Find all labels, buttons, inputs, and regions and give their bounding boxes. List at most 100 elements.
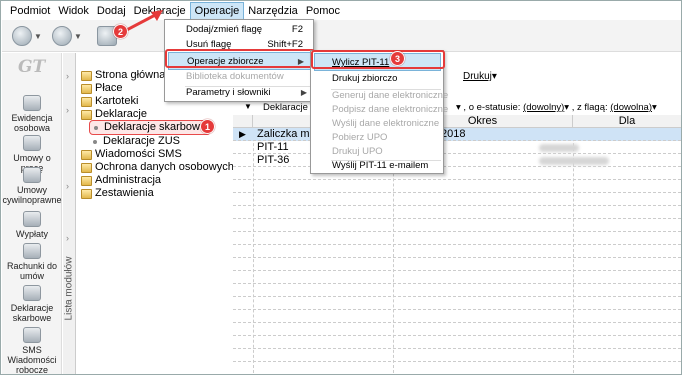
tree-item-ochrona-danych[interactable]: Ochrona danych osobowych [81, 161, 234, 174]
menu-item-label: Drukuj zbiorczo [332, 73, 398, 84]
menu-item-label: Wyślij PIT-11 e-mailem [332, 160, 429, 171]
tree-item-place[interactable]: Płace [81, 82, 123, 95]
module-sms[interactable]: SMS Wiadomości robocze [2, 327, 62, 375]
menu-item-label: Biblioteka dokumentów [186, 71, 284, 82]
forward-button[interactable]: ▼ [52, 25, 82, 47]
module-ewidencja-osobowa[interactable]: Ewidencja osobowa [2, 95, 62, 133]
folder-icon [81, 83, 92, 94]
tree-item-label: Wiadomości SMS [95, 148, 182, 160]
module-label: Ewidencja osobowa [11, 113, 53, 133]
menu-podmiot[interactable]: Podmiot [6, 2, 54, 20]
tree-item-label: Kartoteki [95, 95, 139, 107]
tree-item-deklaracje-skarbowe[interactable]: Deklaracje skarbowe [89, 120, 212, 135]
contract-icon [23, 135, 41, 151]
folder-icon [81, 175, 92, 186]
collapse-arrow-icon[interactable]: ▼ [244, 102, 252, 111]
declarations-grid: De Okres Dla ▶ Zaliczka mie 2018 PIT-11 … [233, 115, 681, 373]
flag-dropdown[interactable]: (dowolna) [610, 102, 652, 113]
back-button[interactable]: ▼ [12, 25, 42, 47]
flag-label: , z flagą: [571, 102, 608, 113]
chevron-right-icon: › [66, 181, 69, 191]
bullet-icon [94, 125, 98, 130]
folder-icon [81, 149, 92, 160]
menu-item-label: Parametry i słowniki [186, 87, 271, 98]
menu-item-label: Dodaj/zmień flagę [186, 24, 263, 35]
table-row [233, 297, 681, 310]
table-row [233, 271, 681, 284]
module-rachunki[interactable]: Rachunki do umów [2, 243, 62, 281]
row-period: 2018 [441, 128, 466, 140]
tree-item-label: Administracja [95, 174, 162, 186]
estatus-dropdown[interactable]: (dowolny) [523, 102, 564, 113]
blurred-value [539, 157, 609, 165]
folder-icon [81, 96, 92, 107]
pointer-arrow [119, 10, 163, 35]
table-row [233, 180, 681, 193]
table-row [233, 232, 681, 245]
tree-item-strona-glowna[interactable]: Strona główna [81, 69, 165, 82]
tree-item-kartoteki[interactable]: Kartoteki [81, 95, 138, 108]
step-badge-3: 3 [390, 51, 405, 66]
table-row [233, 323, 681, 336]
chevron-down-icon: ▾ [456, 102, 461, 113]
module-wyplaty[interactable]: Wypłaty [2, 211, 62, 239]
table-row [233, 167, 681, 180]
tree-item-label: Zestawienia [95, 187, 154, 199]
tree-item-zestawienia[interactable]: Zestawienia [81, 187, 154, 200]
module-label: SMS Wiadomości robocze [7, 345, 57, 375]
table-row [233, 245, 681, 258]
menu-item-label: Pobierz UPO [332, 132, 388, 143]
menu-pomoc[interactable]: Pomoc [302, 2, 344, 20]
blurred-value [539, 144, 579, 152]
print-link-label: Drukuj [463, 71, 492, 82]
tree-item-administracja[interactable]: Administracja [81, 174, 161, 187]
tree-item-label: Deklaracje ZUS [103, 135, 181, 147]
bills-icon [23, 243, 41, 259]
tree-item-label: Ochrona danych osobowych [95, 161, 234, 173]
menu-item-email-pit11[interactable]: Wyślij PIT-11 e-mailem [311, 157, 443, 175]
civil-contract-icon [23, 167, 41, 183]
grid-header-for[interactable]: Dla [573, 115, 681, 128]
menu-item-bulk-print[interactable]: Drukuj zbiorczo [311, 70, 443, 88]
table-row [233, 349, 681, 362]
table-row [233, 336, 681, 349]
tree-item-wiadomosci-sms[interactable]: Wiadomości SMS [81, 148, 182, 161]
chevron-right-icon: › [66, 105, 69, 115]
menu-widok[interactable]: Widok [54, 2, 93, 20]
print-link[interactable]: Drukuj▾ [463, 71, 497, 82]
folder-icon [81, 70, 92, 81]
menu-item-parameters[interactable]: Parametry i słowniki ▶ [165, 84, 313, 102]
menu-operacje[interactable]: Operacje [189, 2, 245, 20]
chevron-right-icon: › [66, 233, 69, 243]
menu-item-label: Podpisz dane elektroniczne [332, 104, 449, 115]
estatus-label: , o e-statusie: [463, 102, 521, 113]
table-row[interactable]: ▶ Zaliczka mie 2018 [233, 128, 681, 141]
highlight-bulk-operations [165, 49, 315, 68]
menu-narzedzia[interactable]: Narzędzia [244, 2, 302, 20]
module-label: Umowy cywilnoprawne [2, 185, 62, 205]
step-badge-2: 2 [113, 24, 128, 39]
grid-header: De Okres Dla [233, 115, 681, 128]
people-card-icon [23, 95, 41, 111]
module-deklaracje-skarbowe[interactable]: Deklaracje skarbowe [2, 285, 62, 323]
table-row[interactable]: PIT-36 [233, 154, 681, 167]
table-row [233, 310, 681, 323]
table-row [233, 258, 681, 271]
navigation-tree: Strona główna Płace Kartoteki Deklaracje… [77, 65, 234, 325]
chevron-down-icon: ▾ [564, 102, 570, 113]
filter-row-right: ▾ , o e-statusie: (dowolny)▾ , z flagą: … [456, 102, 657, 113]
table-row [233, 193, 681, 206]
payments-icon [23, 211, 41, 227]
app-window: Podmiot Widok Dodaj Deklaracje Operacje … [0, 0, 682, 375]
table-row[interactable]: PIT-11 [233, 141, 681, 154]
row-name: PIT-11 [257, 141, 289, 153]
grid-header-indicator [233, 115, 253, 128]
row-name: Zaliczka mie [257, 128, 319, 140]
module-list-tab[interactable]: › › › › › Lista modułów [63, 53, 76, 374]
sms-icon [23, 327, 41, 343]
module-umowy-cywilnoprawne[interactable]: Umowy cywilnoprawne [2, 167, 62, 205]
tree-item-deklaracje-zus[interactable]: Deklaracje ZUS [89, 135, 180, 148]
module-label: Rachunki do umów [6, 261, 58, 281]
menu-item-label: Wyślij dane elektroniczne [332, 118, 440, 129]
step-badge-1: 1 [200, 119, 215, 134]
